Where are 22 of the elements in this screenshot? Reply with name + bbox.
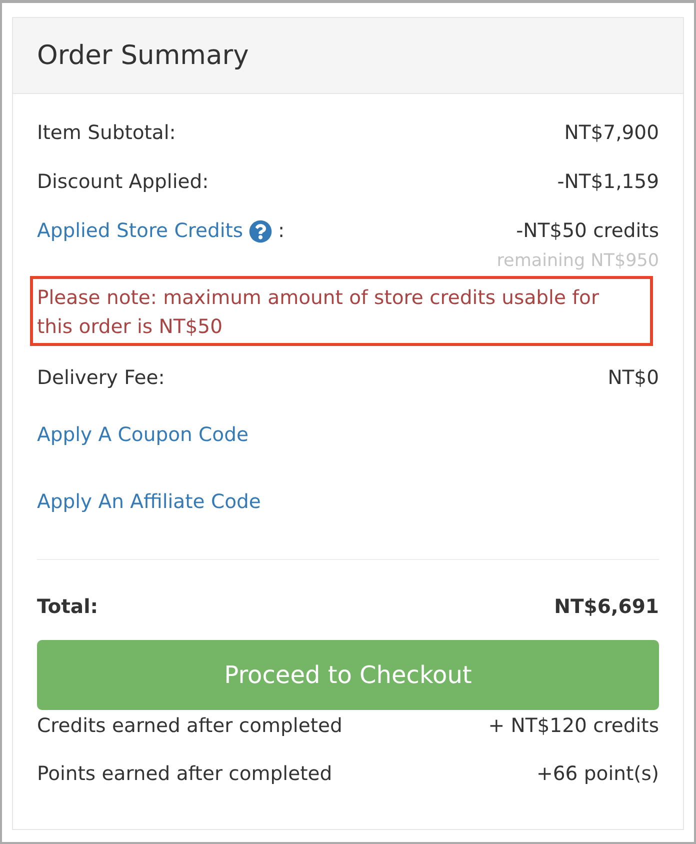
store-credits-value: -NT$50 credits: [516, 218, 659, 244]
total-value: NT$6,691: [554, 594, 659, 620]
summary-label: Delivery Fee:: [37, 365, 165, 391]
code-link[interactable]: Apply An Affiliate Code: [37, 488, 261, 516]
summary-value: NT$0: [608, 365, 659, 391]
code-link[interactable]: Apply A Coupon Code: [37, 421, 248, 449]
earnings-value: + NT$120 credits: [488, 713, 659, 739]
summary-value: -NT$1,159: [557, 169, 659, 195]
checkout-button[interactable]: Proceed to Checkout: [37, 640, 659, 710]
label-colon: :: [278, 218, 285, 244]
summary-label: Item Subtotal:: [37, 120, 176, 146]
summary-value: NT$7,900: [564, 120, 659, 146]
earnings-label: Credits earned after completed: [37, 713, 342, 739]
earnings-value: +66 point(s): [536, 761, 659, 787]
remaining-credits-text: remaining NT$950: [496, 250, 659, 272]
store-credits-link[interactable]: Applied Store Credits: [37, 217, 244, 245]
help-icon[interactable]: [249, 220, 272, 242]
earnings-label: Points earned after completed: [37, 761, 332, 787]
total-label: Total:: [37, 594, 98, 620]
store-credit-notice: Please note: maximum amount of store credits usable for this order is NT$50: [30, 276, 653, 346]
summary-label: Discount Applied:: [37, 169, 209, 195]
panel-title: Order Summary: [37, 38, 249, 72]
